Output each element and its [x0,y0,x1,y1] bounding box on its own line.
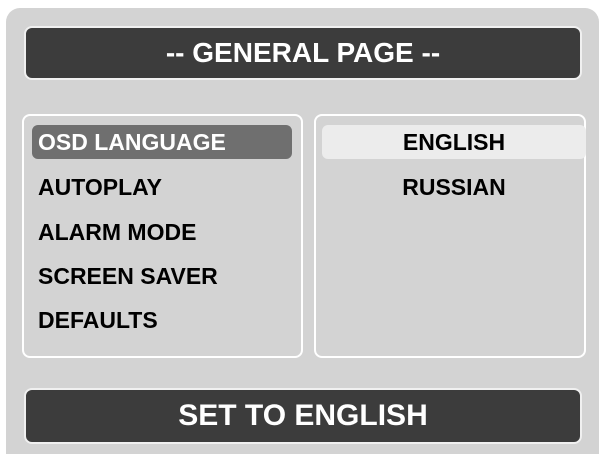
option-label: ENGLISH [402,128,506,155]
option-russian[interactable]: RUSSIAN [322,170,586,204]
osd-screen: -- GENERAL PAGE -- OSD LANGUAGE AUTOPLAY… [6,8,599,454]
menu-item-label: OSD LANGUAGE [38,128,226,155]
option-label: RUSSIAN [402,173,506,200]
page-title-bar: -- GENERAL PAGE -- [24,26,582,80]
menu-item-label: ALARM MODE [38,218,197,245]
menu-item-defaults[interactable]: DEFAULTS [32,303,292,337]
menu-panel: OSD LANGUAGE AUTOPLAY ALARM MODE SCREEN … [22,114,303,358]
page-title: -- GENERAL PAGE -- [165,37,441,68]
menu-item-autoplay[interactable]: AUTOPLAY [32,170,292,204]
menu-item-label: DEFAULTS [38,306,158,333]
menu-item-alarm-mode[interactable]: ALARM MODE [32,215,292,249]
menu-item-screen-saver[interactable]: SCREEN SAVER [32,259,292,293]
menu-item-label: AUTOPLAY [38,173,162,200]
option-english[interactable]: ENGLISH [322,125,586,159]
options-panel: ENGLISH RUSSIAN [314,114,586,358]
status-text: SET TO ENGLISH [178,399,428,432]
status-bar: SET TO ENGLISH [24,388,582,444]
menu-item-osd-language[interactable]: OSD LANGUAGE [32,125,292,159]
menu-item-label: SCREEN SAVER [38,262,218,289]
